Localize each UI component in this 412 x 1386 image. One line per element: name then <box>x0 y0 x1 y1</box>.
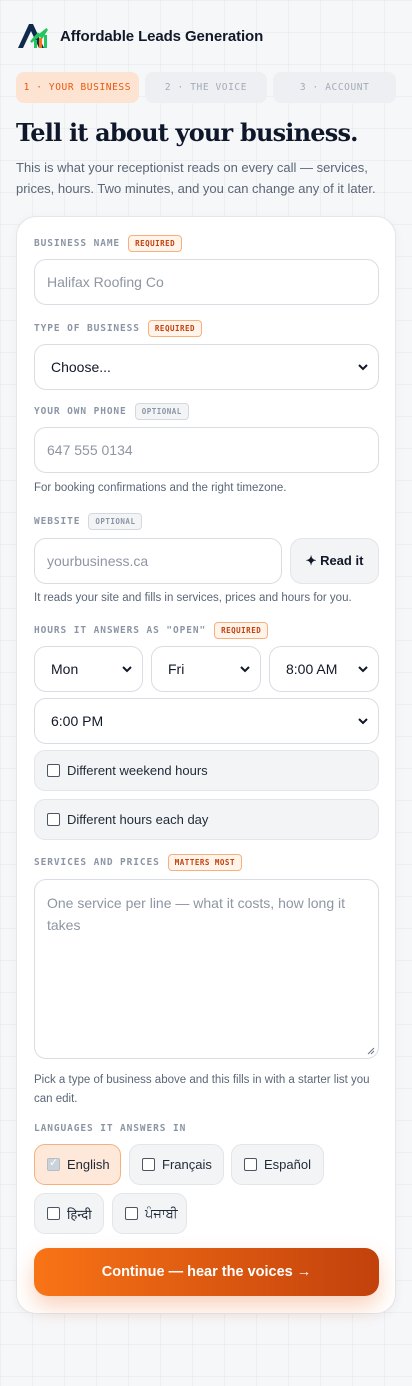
services-placeholder: One service per line — what it costs, ho… <box>47 895 346 933</box>
language-french[interactable]: Français <box>129 1144 224 1185</box>
business-type-value: Choose... <box>51 359 111 375</box>
website-input[interactable]: yourbusiness.ca <box>34 538 282 584</box>
step-account[interactable]: 3 · ACCOUNT <box>273 72 397 103</box>
chevron-down-icon <box>358 665 368 672</box>
brand-name: Affordable Leads Generation <box>60 27 264 45</box>
website-help-text: It reads your site and fills in services… <box>34 592 352 604</box>
open-time-select[interactable]: 8:00 AM <box>269 646 379 692</box>
languages-label-text: LANGUAGES IT ANSWERS IN <box>34 1123 187 1134</box>
matters-most-badge: MATTERS MOST <box>167 854 242 871</box>
services-textarea[interactable]: One service per line — what it costs, ho… <box>34 879 379 1059</box>
language-punjabi-label: ਪੰਜਾਬੀ <box>145 1205 178 1221</box>
spanish-checkbox[interactable] <box>244 1158 257 1171</box>
languages-label: LANGUAGES IT ANSWERS IN <box>34 1123 186 1134</box>
weekend-hours-option[interactable]: Different weekend hours <box>34 750 379 791</box>
page-subtitle: This is what your receptionist reads on … <box>16 160 376 196</box>
french-checkbox[interactable] <box>142 1158 155 1171</box>
optional-badge: OPTIONAL <box>88 513 143 530</box>
weekend-hours-checkbox[interactable] <box>47 764 60 777</box>
chevron-down-icon <box>122 665 132 672</box>
business-form-card: BUSINESS NAME REQUIRED Halifax Roofing C… <box>16 216 396 1314</box>
business-type-select[interactable]: Choose... <box>34 344 379 390</box>
punjabi-checkbox[interactable] <box>125 1207 138 1220</box>
services-label-text: SERVICES AND PRICES <box>34 857 160 868</box>
from-day-value: Mon <box>51 661 79 677</box>
close-time-select[interactable]: 6:00 PM <box>34 698 379 744</box>
business-type-label: TYPE OF BUSINESS REQUIRED <box>34 320 203 337</box>
close-time-value: 6:00 PM <box>51 713 104 729</box>
each-day-hours-label: Different hours each day <box>67 812 209 827</box>
language-english-label: English <box>67 1157 110 1172</box>
phone-label: YOUR OWN PHONE OPTIONAL <box>34 403 189 420</box>
read-website-button[interactable]: ✦ Read it <box>290 538 379 584</box>
hindi-checkbox[interactable] <box>47 1207 60 1220</box>
business-name-label: BUSINESS NAME REQUIRED <box>34 235 183 252</box>
language-hindi-label: हिन्दी <box>67 1206 92 1222</box>
website-label-text: WEBSITE <box>34 516 81 527</box>
to-day-value: Fri <box>168 661 185 677</box>
phone-label-text: YOUR OWN PHONE <box>34 406 127 417</box>
required-badge: REQUIRED <box>128 235 183 252</box>
language-spanish[interactable]: Español <box>231 1144 324 1185</box>
header: Affordable Leads Generation <box>18 22 263 50</box>
step-the-voice[interactable]: 2 · THE VOICE <box>144 72 268 103</box>
services-label: SERVICES AND PRICES MATTERS MOST <box>34 854 242 871</box>
business-name-placeholder: Halifax Roofing Co <box>47 274 164 290</box>
phone-input[interactable]: 647 555 0134 <box>34 427 379 473</box>
services-help-text: Pick a type of business above and this f… <box>34 1074 370 1105</box>
from-day-select[interactable]: Mon <box>34 646 143 692</box>
page-title: Tell it about your business. <box>16 118 359 147</box>
english-checkbox[interactable] <box>47 1156 60 1171</box>
language-hindi[interactable]: हिन्दी <box>34 1193 104 1234</box>
language-spanish-label: Español <box>264 1157 311 1172</box>
required-badge: REQUIRED <box>147 320 203 337</box>
progress-steps: 1 · YOUR BUSINESS 2 · THE VOICE 3 · ACCO… <box>16 72 397 103</box>
phone-help-text: For booking confirmations and the right … <box>34 482 287 494</box>
hours-label: HOURS IT ANSWERS AS "OPEN" REQUIRED <box>34 622 269 639</box>
to-day-select[interactable]: Fri <box>151 646 261 692</box>
optional-badge: OPTIONAL <box>134 403 189 420</box>
each-day-hours-option[interactable]: Different hours each day <box>34 799 379 840</box>
chevron-down-icon <box>240 665 250 672</box>
hours-label-text: HOURS IT ANSWERS AS "OPEN" <box>34 625 207 636</box>
business-type-label-text: TYPE OF BUSINESS <box>34 323 140 334</box>
chevron-down-icon <box>358 717 368 724</box>
phone-placeholder: 647 555 0134 <box>47 442 133 458</box>
continue-button[interactable]: Continue — hear the voices → <box>34 1248 379 1296</box>
weekend-hours-label: Different weekend hours <box>67 763 208 778</box>
chevron-down-icon <box>358 363 368 370</box>
business-name-input[interactable]: Halifax Roofing Co <box>34 259 379 305</box>
mountain-chart-logo-icon <box>18 24 48 48</box>
step-your-business[interactable]: 1 · YOUR BUSINESS <box>16 72 139 103</box>
required-badge: REQUIRED <box>214 622 269 639</box>
website-label: WEBSITE OPTIONAL <box>34 513 143 530</box>
each-day-hours-checkbox[interactable] <box>47 813 60 826</box>
website-placeholder: yourbusiness.ca <box>47 553 149 569</box>
resize-grip-icon[interactable] <box>367 1047 375 1055</box>
language-french-label: Français <box>162 1157 212 1172</box>
language-english[interactable]: English <box>34 1144 121 1185</box>
language-punjabi[interactable]: ਪੰਜਾਬੀ <box>112 1193 187 1234</box>
open-time-value: 8:00 AM <box>286 661 338 677</box>
business-name-label-text: BUSINESS NAME <box>34 238 121 249</box>
